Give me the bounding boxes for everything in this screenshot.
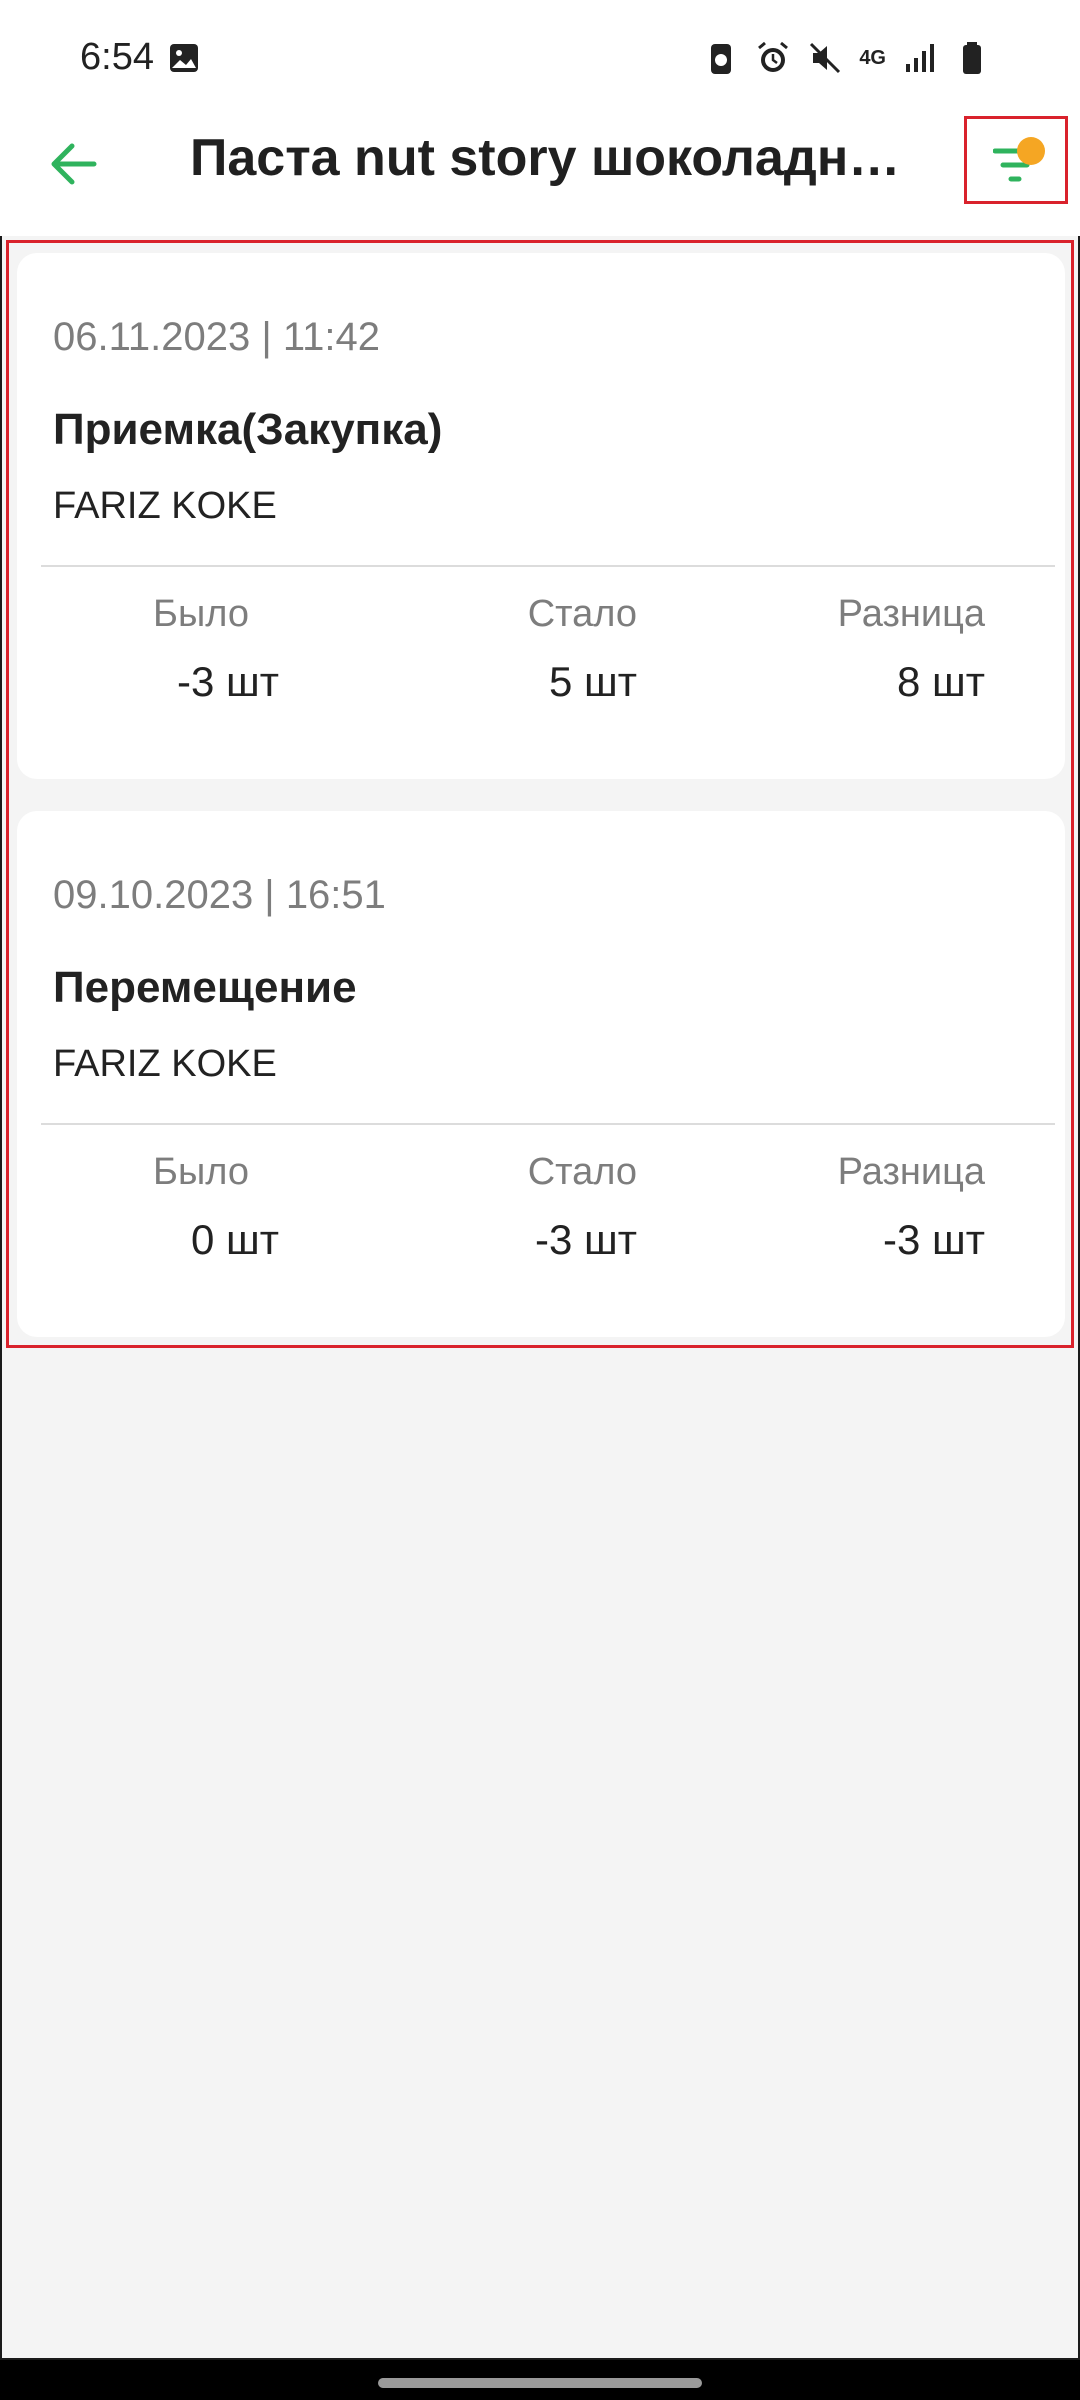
became-value: -3 шт [535, 1216, 637, 1263]
battery-icon [954, 40, 990, 76]
list-item[interactable]: 09.10.2023 | 16:51 Перемещение FARIZ KOK… [17, 811, 1065, 1337]
was-label: Было [153, 593, 249, 635]
divider [41, 1123, 1055, 1125]
diff-label: Разница [837, 593, 985, 635]
gallery-icon [168, 42, 200, 79]
record-user: FARIZ KOKE [53, 1043, 277, 1085]
signal-icon [902, 40, 938, 76]
was-column: Было 0 шт [17, 1151, 279, 1264]
list-item[interactable]: 06.11.2023 | 11:42 Приемка(Закупка) FARI… [17, 253, 1065, 779]
became-label: Стало [527, 593, 637, 635]
home-gesture-handle[interactable] [378, 2378, 702, 2388]
diff-value: 8 шт [897, 658, 985, 705]
system-nav-bar [0, 2360, 1080, 2400]
network-type-label: 4G [859, 46, 886, 69]
page-title: Паста nut story шоколадно-... [190, 129, 920, 187]
record-user: FARIZ KOKE [53, 485, 277, 527]
filter-button[interactable] [964, 116, 1068, 204]
status-time: 6:54 [80, 36, 154, 78]
app-bar: Паста nut story шоколадно-... [0, 88, 1080, 236]
was-value: 0 шт [191, 1216, 279, 1263]
battery-saver-icon [703, 40, 739, 76]
was-column: Было -3 шт [17, 593, 279, 706]
status-icons: 4G [703, 40, 990, 76]
record-type: Приемка(Закупка) [53, 405, 443, 454]
back-button[interactable] [42, 132, 106, 196]
movement-list: 06.11.2023 | 11:42 Приемка(Закупка) FARI… [6, 240, 1074, 1348]
became-value: 5 шт [549, 658, 637, 705]
filter-active-indicator [1017, 137, 1045, 165]
became-column: Стало -3 шт [397, 1151, 637, 1264]
record-datetime: 09.10.2023 | 16:51 [53, 873, 386, 917]
arrow-left-icon [51, 143, 97, 185]
diff-value: -3 шт [883, 1216, 985, 1263]
alarm-icon [755, 40, 791, 76]
diff-label: Разница [837, 1151, 985, 1193]
was-label: Было [153, 1151, 249, 1193]
became-label: Стало [527, 1151, 637, 1193]
record-type: Перемещение [53, 963, 357, 1012]
record-datetime: 06.11.2023 | 11:42 [53, 315, 380, 359]
status-bar: 6:54 4G [0, 0, 1080, 88]
was-value: -3 шт [177, 658, 279, 705]
divider [41, 565, 1055, 567]
diff-column: Разница -3 шт [697, 1151, 985, 1264]
diff-column: Разница 8 шт [697, 593, 985, 706]
became-column: Стало 5 шт [397, 593, 637, 706]
mute-icon [807, 40, 843, 76]
